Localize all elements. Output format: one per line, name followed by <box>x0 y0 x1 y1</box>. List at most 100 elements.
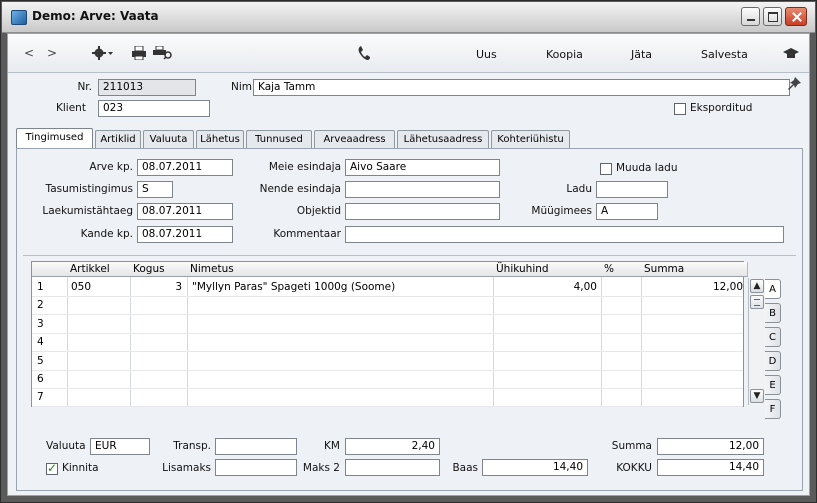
next-record-icon[interactable]: > <box>47 46 57 60</box>
cell-qty[interactable] <box>132 388 182 406</box>
row-number[interactable]: 5 <box>37 352 63 370</box>
scroll-down-icon[interactable]: ▼ <box>750 389 764 403</box>
client-field[interactable]: 023 <box>98 100 210 117</box>
tab-currency[interactable]: Valuuta <box>143 130 194 148</box>
gear-menu-icon[interactable] <box>92 46 114 60</box>
change-stock-checkbox[interactable] <box>600 163 612 175</box>
cell-price[interactable] <box>496 388 597 406</box>
cell-qty[interactable] <box>132 333 182 351</box>
invoice-date-field[interactable]: 08.07.2011 <box>137 159 233 176</box>
scroll-up-icon[interactable]: ▲ <box>750 279 764 293</box>
grid-header-qty[interactable]: Kogus <box>130 262 188 277</box>
cell-price[interactable] <box>496 333 597 351</box>
cell-sum[interactable] <box>644 333 743 351</box>
base-field[interactable]: 14,40 <box>482 459 588 476</box>
print-preview-icon[interactable] <box>153 46 173 60</box>
cell-pct[interactable] <box>604 370 637 388</box>
cell-price[interactable] <box>496 352 597 370</box>
our-rep-field[interactable]: Aivo Saare <box>345 159 500 176</box>
tab-items[interactable]: Artiklid <box>95 130 141 148</box>
grid-header-sum[interactable]: Summa <box>641 262 748 277</box>
grid-header-price[interactable]: Ühikuhind <box>493 262 602 277</box>
tab-delivery[interactable]: Lähetus <box>196 130 244 148</box>
grid-scrollbar[interactable]: ▲ ▼ <box>748 278 765 405</box>
cell-name[interactable] <box>192 388 490 406</box>
grid-header-name[interactable]: Nimetus <box>187 262 494 277</box>
approve-checkbox[interactable] <box>46 461 58 475</box>
name-field[interactable]: Kaja Tamm <box>253 79 790 96</box>
minimize-button[interactable] <box>741 7 760 26</box>
phone-icon[interactable] <box>358 45 370 61</box>
new-button[interactable]: Uus <box>476 48 497 61</box>
cell-qty[interactable] <box>132 352 182 370</box>
their-rep-field[interactable] <box>345 181 500 198</box>
vat-field[interactable]: 2,40 <box>345 438 440 455</box>
comment-field[interactable] <box>345 226 784 243</box>
nr-field[interactable]: 211013 <box>98 79 196 96</box>
tab-invoice-address[interactable]: Arveaadress <box>314 130 395 148</box>
cell-name[interactable] <box>192 296 490 314</box>
row-tab-a[interactable]: A <box>765 279 781 299</box>
cell-sum[interactable] <box>644 370 743 388</box>
save-button[interactable]: Salvesta <box>701 48 748 61</box>
row-number[interactable]: 3 <box>37 315 63 333</box>
previous-record-icon[interactable]: < <box>24 46 34 60</box>
row-number[interactable]: 7 <box>37 388 63 406</box>
row-tab-f[interactable]: F <box>765 399 781 419</box>
cell-sum[interactable] <box>644 388 743 406</box>
cell-item[interactable] <box>71 333 127 351</box>
stock-field[interactable] <box>596 181 668 198</box>
tab-delivery-address[interactable]: Lähetusaadress <box>397 130 489 148</box>
cell-qty[interactable] <box>132 370 182 388</box>
cell-name[interactable] <box>192 352 490 370</box>
row-tab-e[interactable]: E <box>765 375 781 395</box>
row-tab-c[interactable]: C <box>765 327 781 347</box>
maximize-button[interactable] <box>763 7 782 26</box>
cell-qty[interactable]: 3 <box>132 278 182 296</box>
currency-field[interactable]: EUR <box>90 438 150 455</box>
tax2-field[interactable] <box>345 459 440 476</box>
transp-field[interactable] <box>215 438 297 455</box>
cell-pct[interactable] <box>604 278 637 296</box>
grid-header-pct[interactable]: % <box>601 262 642 277</box>
cell-item[interactable] <box>71 296 127 314</box>
cell-name[interactable]: "Myllyn Paras" Spageti 1000g (Soome) <box>192 278 490 296</box>
grid-header-item[interactable]: Artikkel <box>67 262 131 277</box>
cell-qty[interactable] <box>132 315 182 333</box>
cell-pct[interactable] <box>604 315 637 333</box>
cell-item[interactable] <box>71 315 127 333</box>
cell-name[interactable] <box>192 370 490 388</box>
graduation-cap-icon[interactable] <box>783 48 799 59</box>
cell-qty[interactable] <box>132 296 182 314</box>
cell-sum[interactable]: 12,00 <box>644 278 743 296</box>
trans-date-field[interactable]: 08.07.2011 <box>137 226 233 243</box>
print-icon[interactable] <box>131 46 147 60</box>
cell-item[interactable]: 050 <box>71 278 127 296</box>
scroll-thumb[interactable] <box>750 295 764 309</box>
cell-price[interactable] <box>496 296 597 314</box>
cell-item[interactable] <box>71 352 127 370</box>
cell-price[interactable]: 4,00 <box>496 278 597 296</box>
cell-pct[interactable] <box>604 352 637 370</box>
cell-pct[interactable] <box>604 388 637 406</box>
cell-name[interactable] <box>192 315 490 333</box>
exported-checkbox[interactable] <box>674 103 686 115</box>
row-number[interactable]: 2 <box>37 296 63 314</box>
row-number[interactable]: 1 <box>37 278 63 296</box>
cell-name[interactable] <box>192 333 490 351</box>
skip-button[interactable]: Jäta <box>631 48 652 61</box>
row-tab-b[interactable]: B <box>765 303 781 323</box>
total-field[interactable]: 14,40 <box>657 459 764 476</box>
cell-sum[interactable] <box>644 296 743 314</box>
cell-sum[interactable] <box>644 352 743 370</box>
tab-attributes[interactable]: Tunnused <box>246 130 312 148</box>
cell-pct[interactable] <box>604 333 637 351</box>
due-date-field[interactable]: 08.07.2011 <box>137 203 233 220</box>
cell-price[interactable] <box>496 370 597 388</box>
cell-item[interactable] <box>71 388 127 406</box>
cell-pct[interactable] <box>604 296 637 314</box>
pin-icon[interactable] <box>787 77 801 91</box>
cell-sum[interactable] <box>644 315 743 333</box>
row-number[interactable]: 6 <box>37 370 63 388</box>
tab-housing-association[interactable]: Kohteriühistu <box>491 130 570 148</box>
